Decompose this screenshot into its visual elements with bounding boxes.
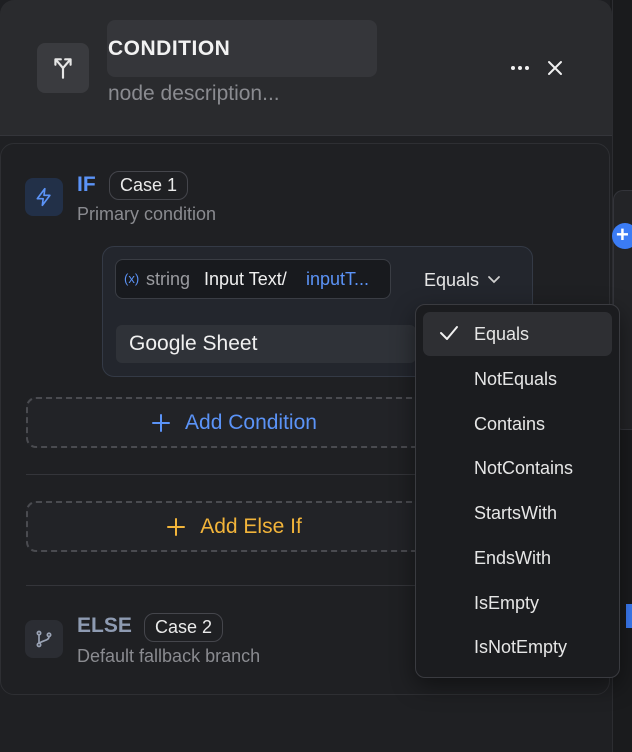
variable-icon: (x) [124,271,140,286]
operator-select[interactable]: Equals [424,266,501,294]
operator-value: Equals [424,269,480,290]
git-branch-icon [25,620,63,658]
menu-item-label: StartsWith [474,503,558,523]
more-options-button[interactable] [506,56,534,80]
variable-selector[interactable]: (x) string Input Text/ inputT... [115,259,391,299]
menu-item-isempty[interactable]: IsEmpty [423,581,612,625]
else-label: ELSE [77,614,132,637]
close-icon [548,61,562,75]
menu-item-equals[interactable]: Equals [423,312,612,356]
variable-path: inputT... [306,269,370,289]
menu-item-label: EndsWith [474,548,552,568]
menu-item-label: Equals [474,324,530,344]
add-else-if-label: Add Else If [200,514,302,538]
split-branch-icon [37,43,89,93]
case-badge: Case 2 [144,613,224,642]
more-horizontal-icon [511,66,529,70]
else-subtitle: Default fallback branch [77,646,261,666]
divider [26,585,418,586]
add-condition-button[interactable]: Add Condition [26,397,442,448]
menu-item-endswith[interactable]: EndsWith [423,536,612,580]
chevron-down-icon [488,276,500,284]
close-button[interactable] [542,55,568,81]
if-subtitle: Primary condition [77,204,217,224]
plus-icon [167,517,186,536]
case-badge: Case 1 [109,171,189,200]
menu-item-label: NotEquals [474,369,558,389]
canvas-add-node-button[interactable]: + [612,223,632,249]
if-label: IF [77,173,96,196]
condition-value-input[interactable]: Google Sheet [116,325,416,363]
node-description-input[interactable]: node description... [108,82,280,106]
variable-name: Input Text/ [204,269,287,289]
canvas-connector-peek [626,604,632,628]
menu-item-label: NotContains [474,458,574,478]
menu-item-label: IsEmpty [474,593,540,613]
add-condition-label: Add Condition [185,410,317,434]
plus-icon [152,413,171,432]
menu-item-contains[interactable]: Contains [423,402,612,446]
add-else-if-button[interactable]: Add Else If [26,501,442,552]
variable-type: string [146,269,191,289]
menu-item-startswith[interactable]: StartsWith [423,491,612,535]
node-title[interactable]: CONDITION [108,37,230,61]
menu-item-label: IsNotEmpty [474,637,568,657]
menu-item-label: Contains [474,414,546,434]
menu-item-notcontains[interactable]: NotContains [423,446,612,490]
lightning-icon [25,178,63,216]
menu-item-isnotempty[interactable]: IsNotEmpty [423,625,612,669]
operator-dropdown-menu: Equals NotEquals Contains NotContains St… [415,304,620,678]
check-icon [440,326,458,340]
divider [26,474,418,475]
condition-node-panel: CONDITION node description... IF Case 1 … [0,0,620,752]
menu-item-notequals[interactable]: NotEquals [423,357,612,401]
